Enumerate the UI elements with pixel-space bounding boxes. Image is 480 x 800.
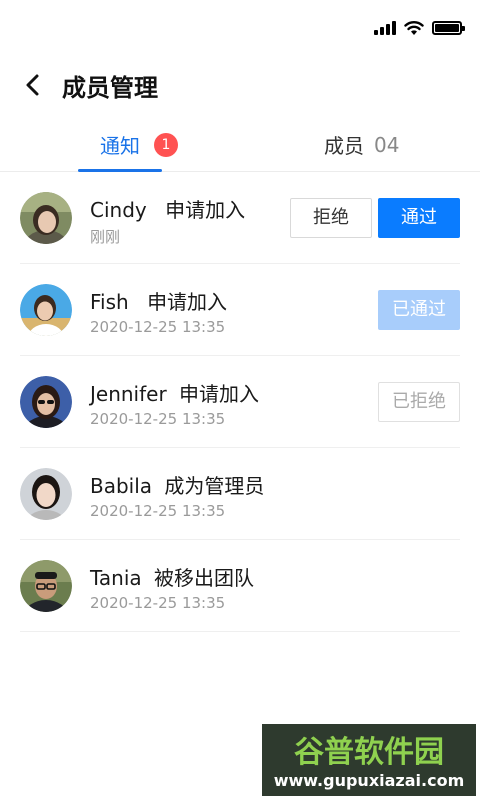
row-title: Cindy 申请加入 — [90, 194, 245, 223]
wifi-icon — [404, 21, 424, 35]
user-name: Fish — [90, 290, 129, 314]
timestamp: 2020-12-25 13:35 — [90, 410, 226, 428]
list-item: Fish 申请加入 2020-12-25 13:35 已通过 — [20, 264, 460, 356]
approved-status: 已通过 — [378, 290, 460, 330]
action-text: 成为管理员 — [164, 474, 265, 498]
action-text: 被移出团队 — [154, 566, 255, 590]
row-title: Tania 被移出团队 — [90, 562, 254, 591]
watermark-logo: 谷普软件园 www.gupuxiazai.com — [262, 724, 476, 796]
approve-button[interactable]: 通过 — [378, 198, 460, 238]
avatar — [20, 468, 72, 520]
tab-members[interactable]: 成员 04 — [324, 130, 399, 159]
tab-bar: 通知 1 成员 04 — [0, 112, 480, 172]
timestamp: 2020-12-25 13:35 — [90, 594, 226, 612]
notification-list: Cindy 申请加入 刚刚 拒绝 通过 Fish 申请加入 2020-12-25… — [0, 172, 480, 632]
member-count: 04 — [374, 132, 400, 157]
row-title: Babila 成为管理员 — [90, 470, 264, 499]
row-title: Jennifer 申请加入 — [90, 378, 259, 407]
tab-members-label: 成员 — [324, 134, 364, 158]
timestamp: 2020-12-25 13:35 — [90, 502, 226, 520]
row-title: Fish 申请加入 — [90, 286, 227, 315]
timestamp: 刚刚 — [90, 228, 121, 246]
avatar — [20, 284, 72, 336]
user-name: Babila — [90, 474, 153, 498]
svg-text:谷普软件园: 谷普软件园 — [294, 735, 444, 770]
avatar — [20, 192, 72, 244]
rejected-status: 已拒绝 — [378, 382, 460, 422]
tab-notifications-label: 通知 — [100, 134, 140, 158]
action-text: 申请加入 — [179, 382, 260, 406]
user-name: Tania — [90, 566, 142, 590]
list-item: Tania 被移出团队 2020-12-25 13:35 — [20, 540, 460, 632]
timestamp: 2020-12-25 13:35 — [90, 318, 226, 336]
reject-button[interactable]: 拒绝 — [290, 198, 372, 238]
page-title: 成员管理 — [62, 74, 158, 102]
notification-badge: 1 — [154, 132, 178, 157]
list-item: Babila 成为管理员 2020-12-25 13:35 — [20, 448, 460, 540]
svg-text:www.gupuxiazai.com: www.gupuxiazai.com — [274, 771, 465, 790]
tab-notifications[interactable]: 通知 1 — [100, 130, 178, 159]
user-name: Jennifer — [90, 382, 167, 406]
status-icons — [374, 20, 465, 36]
avatar — [20, 376, 72, 428]
action-text: 申请加入 — [165, 198, 246, 222]
avatar — [20, 560, 72, 612]
signal-icon — [374, 21, 396, 35]
chevron-left-icon[interactable] — [20, 71, 48, 99]
header: 成员管理 — [0, 60, 480, 110]
user-name: Cindy — [90, 198, 147, 222]
list-item: Jennifer 申请加入 2020-12-25 13:35 已拒绝 — [20, 356, 460, 448]
battery-icon — [432, 21, 465, 35]
status-bar — [0, 0, 480, 60]
list-item: Cindy 申请加入 刚刚 拒绝 通过 — [20, 172, 460, 264]
action-text: 申请加入 — [147, 290, 228, 314]
